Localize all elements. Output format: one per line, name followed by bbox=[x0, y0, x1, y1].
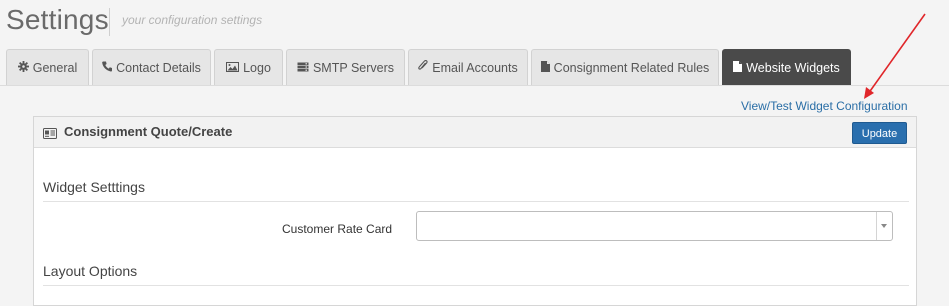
document-icon bbox=[540, 50, 550, 86]
tab-label: Website Widgets bbox=[746, 61, 840, 75]
id-card-icon bbox=[43, 126, 57, 144]
tab-general[interactable]: General bbox=[6, 49, 89, 85]
section-divider bbox=[43, 201, 909, 202]
page-header: Settings your configuration settings bbox=[0, 0, 949, 42]
tab-label: Logo bbox=[243, 61, 271, 75]
customer-rate-card-label: Customer Rate Card bbox=[282, 222, 393, 236]
layout-options-heading: Layout Options bbox=[43, 263, 138, 279]
tab-smtp-servers[interactable]: SMTP Servers bbox=[286, 49, 405, 85]
tab-label: Contact Details bbox=[116, 61, 201, 75]
view-test-widget-link[interactable]: View/Test Widget Configuration bbox=[741, 99, 908, 113]
tab-contact-details[interactable]: Contact Details bbox=[92, 49, 211, 85]
gear-icon bbox=[17, 50, 29, 86]
tab-label: Email Accounts bbox=[432, 61, 518, 75]
section-divider bbox=[43, 285, 909, 286]
panel-header: Consignment Quote/Create Update bbox=[34, 117, 916, 148]
image-icon bbox=[226, 50, 240, 86]
tab-website-widgets[interactable]: Website Widgets bbox=[722, 49, 851, 85]
panel-title: Consignment Quote/Create bbox=[64, 124, 233, 139]
tab-logo[interactable]: Logo bbox=[214, 49, 283, 85]
tab-email-accounts[interactable]: Email Accounts bbox=[408, 49, 528, 85]
tab-label: General bbox=[32, 61, 78, 75]
update-button[interactable]: Update bbox=[852, 122, 907, 144]
tab-label: Consignment Related Rules bbox=[553, 61, 710, 75]
consignment-quote-panel: Consignment Quote/Create Update Widget S… bbox=[33, 116, 917, 306]
tab-label: SMTP Servers bbox=[312, 61, 395, 75]
phone-icon bbox=[102, 50, 113, 86]
widget-settings-heading: Widget Setttings bbox=[43, 179, 145, 195]
document-icon bbox=[733, 50, 743, 86]
customer-rate-card-select[interactable] bbox=[416, 211, 893, 241]
page-title: Settings bbox=[6, 4, 109, 35]
tab-consignment-rules[interactable]: Consignment Related Rules bbox=[531, 49, 719, 85]
chevron-down-icon[interactable] bbox=[876, 212, 892, 240]
server-icon bbox=[297, 50, 309, 86]
paperclip-icon bbox=[418, 50, 428, 86]
page-subtitle: your configuration settings bbox=[122, 13, 263, 27]
title-divider bbox=[109, 8, 110, 36]
